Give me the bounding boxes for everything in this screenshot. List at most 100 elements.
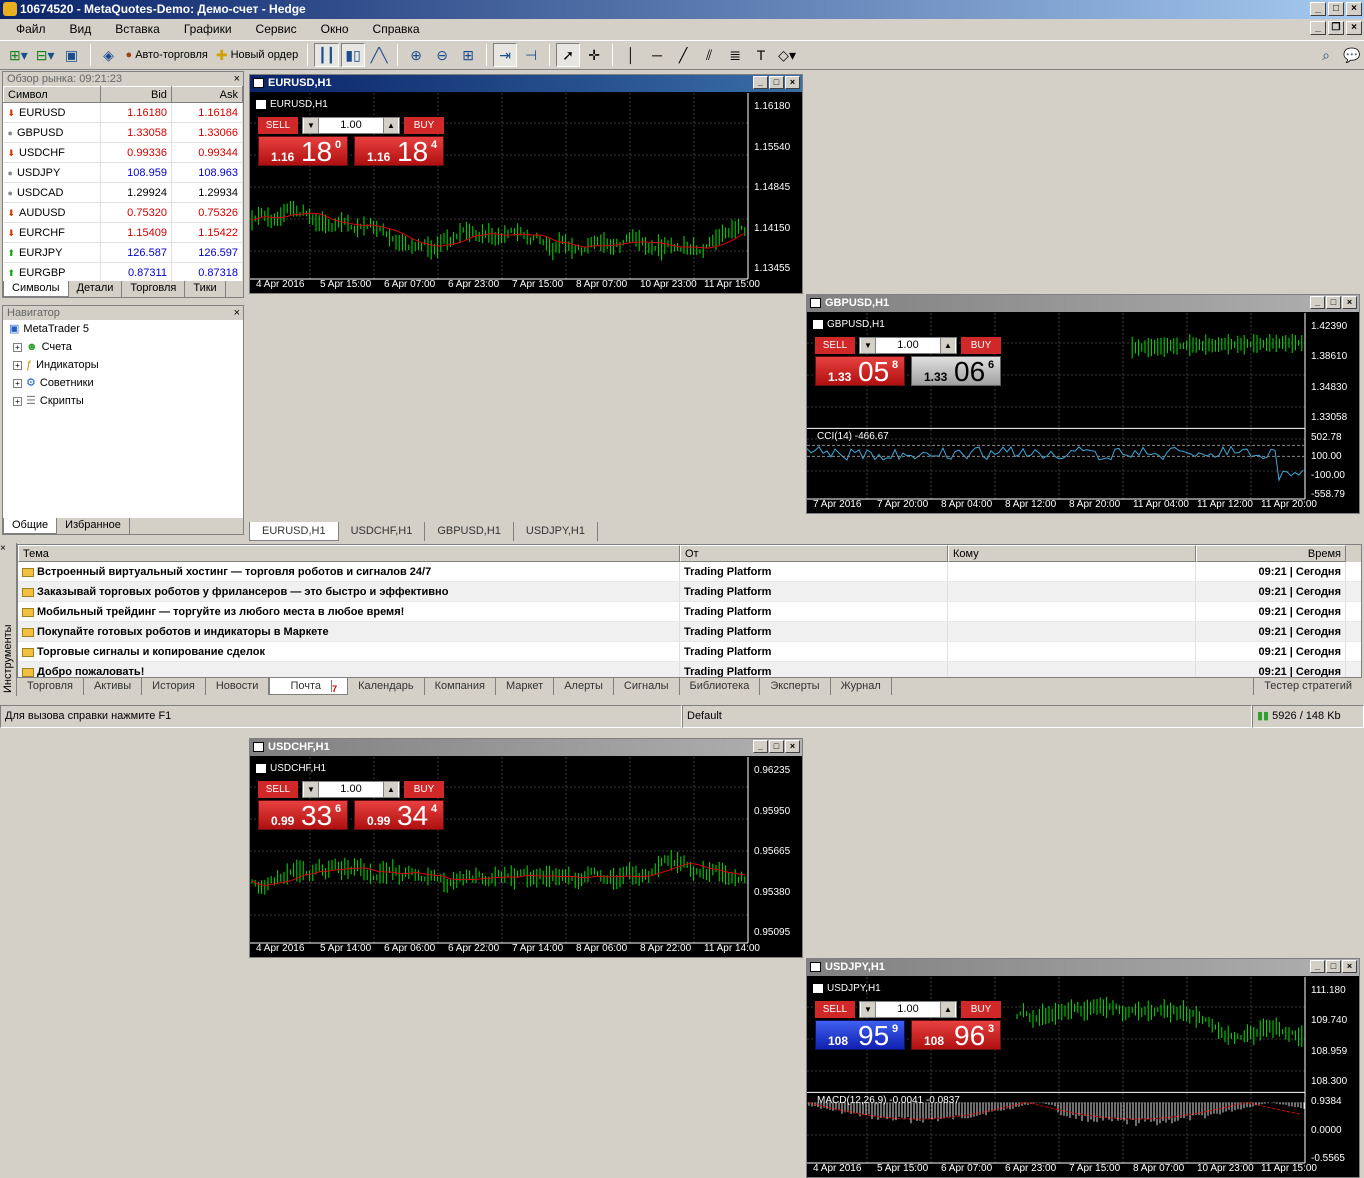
mdi-minimize-button[interactable]: _	[1310, 21, 1326, 35]
chart-shift-icon[interactable]: ⊣	[519, 43, 543, 67]
market-watch-row[interactable]: ⬆ EURGBP 0.87311 0.87318	[3, 262, 244, 283]
chat-icon[interactable]: 💬	[1340, 43, 1364, 67]
col-subject[interactable]: Тема	[18, 545, 680, 562]
tab-signals[interactable]: Сигналы	[614, 678, 680, 695]
mail-row[interactable]: Встроенный виртуальный хостинг — торговл…	[18, 562, 1361, 582]
ask-price-button[interactable]: 1.33 06 6	[911, 356, 1001, 387]
tab-trade[interactable]: Торговля	[17, 678, 84, 695]
buy-button[interactable]: BUY	[961, 1001, 1001, 1018]
new-order-button[interactable]: ✚ Новый ордер	[213, 43, 301, 67]
col-symbol[interactable]: Символ	[3, 86, 101, 103]
chart-title-bar[interactable]: USDJPY,H1 _ □ ×	[807, 959, 1359, 976]
market-watch-row[interactable]: ⬇ AUDUSD 0.75320 0.75326	[3, 202, 244, 223]
market-watch-icon[interactable]: ▣	[60, 43, 84, 67]
tab-experts[interactable]: Эксперты	[760, 678, 831, 695]
menu-charts[interactable]: Графики	[172, 22, 244, 36]
nav-root[interactable]: ▣ MetaTrader 5	[3, 320, 243, 338]
tab-calendar[interactable]: Календарь	[348, 678, 425, 695]
sell-button[interactable]: SELL	[815, 337, 855, 354]
market-watch-row[interactable]: ⬇ EURCHF 1.15409 1.15422	[3, 222, 244, 243]
menu-help[interactable]: Справка	[361, 22, 432, 36]
strategy-tester-button[interactable]: Тестер стратегий	[1253, 678, 1362, 695]
chart-tab-usdchf[interactable]: USDCHF,H1	[339, 522, 426, 541]
nav-item-scripts[interactable]: + ☰ Скрипты	[3, 392, 243, 410]
tab-market[interactable]: Маркет	[496, 678, 555, 695]
lot-input[interactable]: 1.00	[302, 781, 400, 798]
mail-row[interactable]: Мобильный трейдинг — торгуйте из любого …	[18, 602, 1361, 622]
text-icon[interactable]: T	[749, 43, 773, 67]
buy-button[interactable]: BUY	[961, 337, 1001, 354]
mdi-close-button[interactable]: ×	[1346, 21, 1362, 35]
bar-chart-icon[interactable]: ┃┃	[314, 43, 340, 67]
nav-item-experts[interactable]: + ⚙ Советники	[3, 374, 243, 392]
tile-windows-icon[interactable]: ⊞	[456, 43, 480, 67]
maximize-button[interactable]: □	[1328, 2, 1344, 16]
menu-tools[interactable]: Сервис	[244, 22, 309, 36]
fibonacci-icon[interactable]: ≣	[723, 43, 747, 67]
data-window-icon[interactable]: ◈	[97, 43, 121, 67]
chart-window[interactable]: USDJPY,H1 _ □ × USDJPY,H1 111.180 109.740 10…	[806, 958, 1360, 1178]
tab-library[interactable]: Библиотека	[680, 678, 761, 695]
bid-price-button[interactable]: 1.16 18 0	[258, 136, 348, 167]
autotrading-button[interactable]: ● Авто-торговля	[123, 43, 211, 67]
nav-item-indicators[interactable]: + ƒ Индикаторы	[3, 356, 243, 374]
cursor-icon[interactable]: ➚	[556, 43, 581, 67]
menu-insert[interactable]: Вставка	[103, 22, 172, 36]
sell-button[interactable]: SELL	[258, 117, 298, 134]
shapes-icon[interactable]: ◇▾	[775, 43, 799, 67]
chart-window[interactable]: USDCHF,H1 _ □ × USDCHF,H1 0.96235 0.95950 0.…	[249, 738, 803, 958]
chart-tab-usdjpy[interactable]: USDJPY,H1	[514, 522, 598, 541]
tab-ticks[interactable]: Тики	[185, 281, 226, 297]
chart-tab-eurusd[interactable]: EURUSD,H1	[249, 522, 339, 541]
autoscroll-icon[interactable]: ⇥	[493, 43, 518, 67]
mail-row[interactable]: Заказывай торговых роботов у фрилансеров…	[18, 582, 1361, 602]
tab-alerts[interactable]: Алерты	[554, 678, 614, 695]
menu-view[interactable]: Вид	[58, 22, 104, 36]
candles-icon[interactable]: ▮▯	[341, 43, 366, 67]
market-watch-row[interactable]: ⬆ EURJPY 126.587 126.597	[3, 242, 244, 263]
tab-company[interactable]: Компания	[425, 678, 496, 695]
buy-button[interactable]: BUY	[404, 781, 444, 798]
new-chart-icon[interactable]: ⊞ ▾	[6, 43, 31, 67]
tab-history[interactable]: История	[142, 678, 206, 695]
col-bid[interactable]: Bid	[99, 86, 172, 103]
bid-price-button[interactable]: 0.99 33 6	[258, 800, 348, 831]
tab-news[interactable]: Новости	[206, 678, 270, 695]
market-watch-row[interactable]: ● USDCAD 1.29924 1.29934	[3, 182, 244, 203]
chart-title-bar[interactable]: USDCHF,H1 _ □ ×	[250, 739, 802, 756]
channel-icon[interactable]: ⫽	[697, 43, 721, 67]
market-watch-row[interactable]: ● GBPUSD 1.33058 1.33066	[3, 122, 244, 143]
search-icon[interactable]: ⌕	[1314, 43, 1338, 67]
tab-favorites[interactable]: Избранное	[57, 518, 130, 534]
tab-symbols[interactable]: Символы	[3, 281, 69, 297]
market-watch-row[interactable]: ⬇ EURUSD 1.16180 1.16184	[3, 102, 244, 123]
lot-input[interactable]: 1.00	[859, 337, 957, 354]
tab-mail[interactable]: Почта 7	[269, 678, 349, 695]
chart-window[interactable]: EURUSD,H1 _ □ × EURUSD,H1 1.16180 1.15540 1.…	[249, 74, 803, 294]
ask-price-button[interactable]: 0.99 34 4	[354, 800, 444, 831]
sell-button[interactable]: SELL	[258, 781, 298, 798]
menu-file[interactable]: Файл	[4, 22, 58, 36]
chart-window[interactable]: GBPUSD,H1 _ □ × GBPUSD,H1 1.42390 1.38610 1.…	[806, 294, 1360, 514]
market-watch-row[interactable]: ● USDJPY 108.959 108.963	[3, 162, 244, 183]
mail-row[interactable]: Торговые сигналы и копирование сделок Tr…	[18, 642, 1361, 662]
tab-assets[interactable]: Активы	[84, 678, 143, 695]
horizontal-line-icon[interactable]: ─	[645, 43, 669, 67]
col-time[interactable]: Время	[1196, 545, 1346, 562]
crosshair-icon[interactable]: ✛	[582, 43, 606, 67]
tab-common[interactable]: Общие	[3, 518, 58, 534]
zoom-in-icon[interactable]: ⊕	[404, 43, 428, 67]
buy-button[interactable]: BUY	[404, 117, 444, 134]
trend-line-icon[interactable]: ╱	[671, 43, 695, 67]
tab-trading[interactable]: Торговля	[122, 281, 186, 297]
profiles-icon[interactable]: ⊟ ▾	[33, 43, 58, 67]
close-icon[interactable]: ×	[234, 306, 240, 320]
mail-row[interactable]: Добро пожаловать! Trading Platform 09:21…	[18, 662, 1361, 677]
col-to[interactable]: Кому	[948, 545, 1196, 562]
bid-price-button[interactable]: 1.33 05 8	[815, 356, 905, 387]
bid-price-button[interactable]: 108 95 9	[815, 1020, 905, 1051]
chart-tab-gbpusd[interactable]: GBPUSD,H1	[425, 522, 514, 541]
mail-row[interactable]: Покупайте готовых роботов и индикаторы в…	[18, 622, 1361, 642]
sell-button[interactable]: SELL	[815, 1001, 855, 1018]
minimize-button[interactable]: _	[1310, 2, 1326, 16]
